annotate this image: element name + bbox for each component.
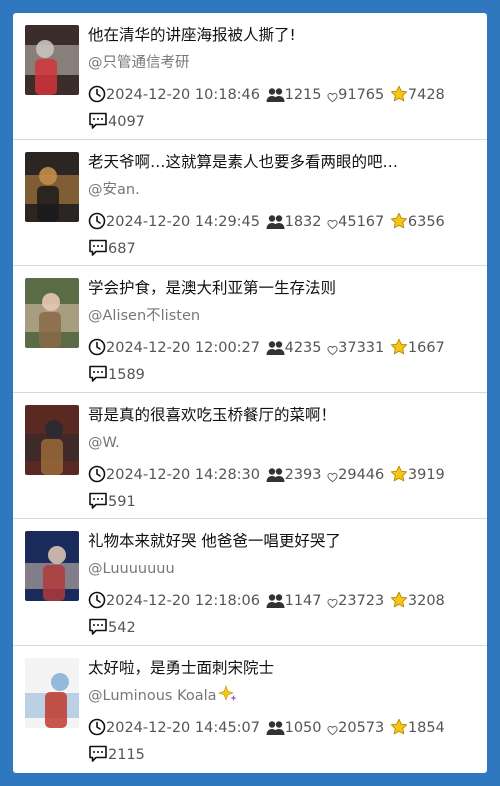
people-icon — [266, 593, 285, 617]
post-stats: 2024-12-20 14:28:30 2393 29446 3919 591 — [88, 464, 458, 518]
comment-icon — [88, 112, 108, 138]
post-card[interactable]: 学会护食，是澳大利亚第一生存法则 @Alisen不listen 2024-12-20… — [13, 266, 487, 393]
post-stats: 2024-12-20 10:18:46 1215 91765 7428 4097 — [88, 84, 458, 138]
author-name[interactable]: @安an. — [88, 182, 140, 198]
post-comments: 1589 — [108, 367, 145, 383]
heart-icon — [327, 468, 338, 491]
comment-icon — [88, 618, 108, 644]
people-icon — [266, 87, 285, 111]
post-views: 2393 — [284, 466, 322, 483]
post-favorites: 6356 — [407, 213, 445, 230]
post-stats: 2024-12-20 12:18:06 1147 23723 3208 542 — [88, 590, 458, 644]
post-card[interactable]: 礼物本来就好哭 他爸爸一唱更好哭了 @Luuuuuuu 2024-12-20 12:… — [13, 519, 487, 646]
post-card[interactable]: 太好啦，是勇士面刺宋院士 @Luminous Koala 2024-12-20 14… — [13, 646, 487, 773]
post-title[interactable]: 太好啦，是勇士面刺宋院士 — [88, 656, 477, 680]
post-time: 2024-12-20 14:29:45 — [106, 213, 260, 230]
post-thumbnail[interactable] — [25, 531, 79, 601]
post-title[interactable]: 礼物本来就好哭 他爸爸一唱更好哭了 — [88, 529, 477, 553]
post-author[interactable]: @安an. — [88, 178, 477, 202]
author-name[interactable]: @W. — [88, 435, 120, 451]
star-icon — [390, 85, 408, 111]
post-views: 4235 — [284, 340, 322, 356]
post-favorites: 3919 — [407, 466, 445, 483]
people-icon — [266, 720, 285, 744]
post-likes: 23723 — [338, 593, 385, 609]
post-favorites: 1667 — [407, 340, 445, 356]
post-author[interactable]: @W. — [88, 431, 477, 455]
post-title[interactable]: 哥是真的很喜欢吃玉桥餐厅的菜啊！ — [88, 403, 477, 427]
post-likes: 91765 — [338, 87, 385, 103]
people-icon — [266, 214, 285, 238]
post-views: 1215 — [284, 87, 322, 103]
heart-icon — [327, 341, 338, 364]
post-comments: 4097 — [108, 114, 145, 130]
heart-icon — [327, 721, 338, 744]
post-author[interactable]: @只管通信考研 — [88, 51, 477, 75]
author-name[interactable]: @只管通信考研 — [88, 55, 190, 71]
post-likes: 29446 — [338, 466, 385, 483]
post-thumbnail[interactable] — [25, 25, 79, 95]
post-likes: 45167 — [338, 213, 385, 230]
comment-icon — [88, 239, 108, 265]
post-time: 2024-12-20 14:45:07 — [106, 719, 260, 736]
post-time: 2024-12-20 10:18:46 — [106, 87, 260, 103]
star-icon — [390, 338, 408, 364]
people-icon — [266, 340, 285, 364]
post-comments: 542 — [108, 620, 136, 636]
star-icon — [390, 591, 408, 617]
post-time: 2024-12-20 12:00:27 — [106, 340, 260, 356]
author-name[interactable]: @Luminous Koala — [88, 688, 217, 704]
clock-icon — [88, 465, 106, 491]
post-favorites: 1854 — [407, 719, 445, 736]
post-views: 1147 — [284, 593, 322, 609]
post-author[interactable]: @Luminous Koala — [88, 684, 477, 711]
post-card[interactable]: 哥是真的很喜欢吃玉桥餐厅的菜啊！ @W. 2024-12-20 14:28:30 2… — [13, 393, 487, 519]
post-favorites: 3208 — [407, 593, 445, 609]
post-time: 2024-12-20 14:28:30 — [106, 466, 260, 483]
post-comments: 591 — [108, 493, 136, 510]
post-thumbnail[interactable] — [25, 404, 79, 475]
heart-icon — [327, 594, 338, 617]
comment-icon — [88, 745, 108, 771]
post-author[interactable]: @Alisen不listen — [88, 304, 477, 328]
post-title[interactable]: 学会护食，是澳大利亚第一生存法则 — [88, 276, 477, 300]
clock-icon — [88, 212, 106, 238]
post-thumbnail[interactable] — [25, 278, 79, 348]
author-name[interactable]: @Alisen不listen — [88, 308, 200, 324]
star-icon — [390, 718, 408, 744]
post-views: 1832 — [284, 213, 322, 230]
post-title[interactable]: 他在清华的讲座海报被人撕了! — [88, 23, 477, 47]
post-views: 1050 — [284, 719, 322, 736]
post-card[interactable]: 老天爷啊…这就算是素人也要多看两眼的吧… @安an. 2024-12-20 14:2… — [13, 140, 487, 266]
heart-icon — [327, 88, 338, 111]
star-icon — [390, 465, 408, 491]
post-likes: 20573 — [338, 719, 385, 736]
post-likes: 37331 — [338, 340, 385, 356]
post-thumbnail[interactable] — [25, 151, 79, 222]
clock-icon — [88, 591, 106, 617]
clock-icon — [88, 718, 106, 744]
post-author[interactable]: @Luuuuuuu — [88, 557, 477, 581]
post-stats: 2024-12-20 14:45:07 1050 20573 1854 2115 — [88, 717, 458, 771]
star-icon — [390, 212, 408, 238]
post-title[interactable]: 老天爷啊…这就算是素人也要多看两眼的吧… — [88, 150, 477, 174]
author-name[interactable]: @Luuuuuuu — [88, 561, 175, 577]
sparkle-icon — [217, 684, 238, 711]
post-comments: 687 — [108, 240, 136, 257]
post-stats: 2024-12-20 12:00:27 4235 37331 1667 1589 — [88, 337, 458, 391]
people-icon — [266, 467, 285, 491]
post-stats: 2024-12-20 14:29:45 1832 45167 6356 687 — [88, 211, 458, 265]
clock-icon — [88, 338, 106, 364]
post-comments: 2115 — [108, 746, 145, 763]
post-thumbnail[interactable] — [25, 657, 79, 728]
clock-icon — [88, 85, 106, 111]
post-time: 2024-12-20 12:18:06 — [106, 593, 260, 609]
comment-icon — [88, 365, 108, 391]
comment-icon — [88, 492, 108, 518]
heart-icon — [327, 215, 338, 238]
post-card[interactable]: 他在清华的讲座海报被人撕了! @只管通信考研 2024-12-20 10:18:46… — [13, 13, 487, 140]
hot-posts-panel: 他在清华的讲座海报被人撕了! @只管通信考研 2024-12-20 10:18:46… — [13, 13, 487, 773]
post-favorites: 7428 — [407, 87, 445, 103]
